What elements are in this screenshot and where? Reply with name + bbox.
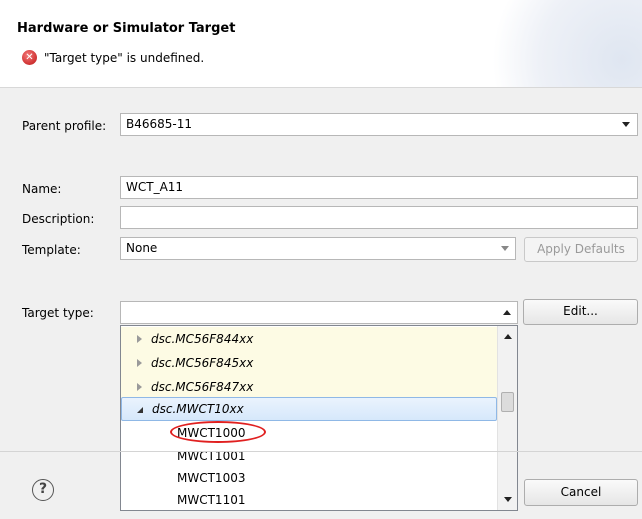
dropdown-scrollbar[interactable] <box>497 326 517 510</box>
target-type-label: Target type: <box>22 306 94 320</box>
list-item-label: MWCT1003 <box>177 471 246 485</box>
parent-profile-value: B46685-11 <box>126 117 193 131</box>
target-type-combo[interactable] <box>120 301 518 324</box>
template-combo[interactable]: None <box>120 237 516 260</box>
wizard-header: Hardware or Simulator Target ✕ "Target t… <box>0 0 642 88</box>
expand-arrow-icon[interactable] <box>137 383 142 391</box>
apply-defaults-button[interactable]: Apply Defaults <box>524 237 638 262</box>
list-item-label: dsc.MWCT10xx <box>152 402 244 416</box>
list-item[interactable]: MWCT1001 <box>121 444 497 468</box>
help-icon[interactable]: ? <box>32 479 54 501</box>
scroll-down-icon[interactable] <box>504 497 512 502</box>
list-item-label: MWCT1101 <box>177 493 246 507</box>
list-item-label: dsc.MC56F844xx <box>151 332 254 346</box>
error-message: "Target type" is undefined. <box>44 51 205 65</box>
annotation-circle <box>170 421 266 443</box>
parent-profile-label: Parent profile: <box>22 119 107 133</box>
collapse-arrow-icon[interactable] <box>137 407 143 413</box>
description-label: Description: <box>22 212 95 226</box>
footer-divider <box>0 451 642 452</box>
name-field[interactable]: WCT_A11 <box>120 176 638 199</box>
expand-arrow-icon[interactable] <box>137 335 142 343</box>
target-type-dropdown[interactable]: dsc.MC56F844xx dsc.MC56F845xx dsc.MC56F8… <box>120 325 518 511</box>
scrollbar-thumb[interactable] <box>501 392 514 412</box>
edit-button[interactable]: Edit... <box>523 299 638 325</box>
list-item[interactable]: MWCT1003 <box>121 466 497 490</box>
header-banner-graphic <box>482 0 642 87</box>
chevron-down-icon[interactable] <box>617 114 635 135</box>
list-item-label: dsc.MC56F847xx <box>151 380 254 394</box>
list-item-label: dsc.MC56F845xx <box>151 356 254 370</box>
cancel-button[interactable]: Cancel <box>524 479 638 506</box>
name-label: Name: <box>22 182 62 196</box>
list-item[interactable]: dsc.MC56F844xx <box>121 327 497 351</box>
chevron-up-icon[interactable] <box>498 302 516 323</box>
description-field[interactable] <box>120 206 638 229</box>
error-icon: ✕ <box>22 50 37 65</box>
list-item[interactable]: MWCT1101 <box>121 488 497 510</box>
expand-arrow-icon[interactable] <box>137 359 142 367</box>
list-item-label: MWCT1001 <box>177 449 246 463</box>
template-value: None <box>126 241 158 255</box>
template-label: Template: <box>22 243 81 257</box>
name-value: WCT_A11 <box>126 180 184 194</box>
list-item-selected[interactable]: dsc.MWCT10xx <box>121 397 497 421</box>
parent-profile-combo[interactable]: B46685-11 <box>120 113 638 136</box>
list-item[interactable]: dsc.MC56F845xx <box>121 351 497 375</box>
scroll-up-icon[interactable] <box>504 334 512 339</box>
page-title: Hardware or Simulator Target <box>17 21 236 36</box>
chevron-down-icon[interactable] <box>496 238 514 259</box>
list-item[interactable]: dsc.MC56F847xx <box>121 375 497 399</box>
